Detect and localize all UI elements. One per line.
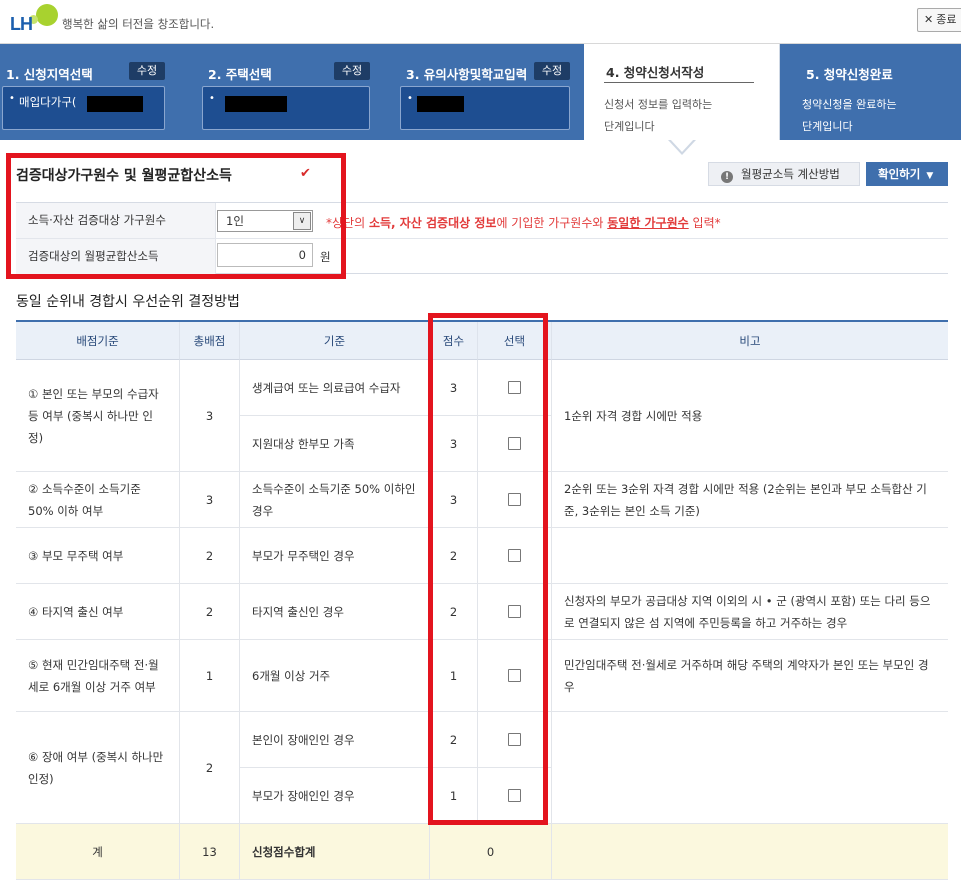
redaction (87, 96, 143, 112)
sum-value: 0 (430, 824, 552, 880)
step-bar: 1. 신청지역선택 수정 • 매입다가구( 2. 주택선택 수정 • 3. 유의… (0, 44, 961, 140)
slogan: 행복한 삶의 터전을 창조합니다. (62, 17, 215, 31)
step-4-title: 4. 청약신청서작성 (606, 65, 705, 80)
basis-4: 타지역 출신인 경우 (240, 584, 430, 640)
criterion-1: ① 본인 또는 부모의 수급자 등 여부 (중복시 하나만 인정) (16, 360, 180, 472)
redaction (225, 96, 287, 112)
confirm-dropdown-button[interactable]: 확인하기 ▼ (866, 162, 948, 186)
total-3: 2 (180, 528, 240, 584)
note-5: 민간임대주택 전·월세로 거주하며 해당 주택의 계약자가 본인 또는 부모인 … (552, 640, 948, 712)
criterion-5: ⑤ 현재 민간임대주택 전·월세로 6개월 이상 거주 여부 (16, 640, 180, 712)
top-header: LH 행복한 삶의 터전을 창조합니다. ✕ 종료 (0, 0, 961, 44)
step-2-edit-button[interactable]: 수정 (334, 62, 370, 80)
sum-label: 신청점수합계 (240, 824, 430, 880)
step-4-active: 4. 청약신청서작성 신청서 정보를 입력하는 단계입니다 (584, 44, 780, 140)
red-highlight-box-score-select (428, 313, 548, 825)
redaction (417, 96, 464, 112)
step-1-title: 1. 신청지역선택 (6, 67, 93, 82)
step-1: 1. 신청지역선택 수정 • 매입다가구( (0, 44, 184, 140)
step-1-edit-button[interactable]: 수정 (129, 62, 165, 80)
step-1-value-box: • 매입다가구( (2, 86, 165, 130)
header-criterion: 배점기준 (16, 322, 180, 360)
note-4: 신청자의 부모가 공급대상 지역 이외의 시 • 군 (광역시 포함) 또는 다… (552, 584, 948, 640)
step-5-title: 5. 청약신청완료 (806, 67, 893, 82)
step-3-title: 3. 유의사항및학교입력 (406, 67, 528, 82)
total-label: 계 (16, 824, 180, 880)
basis-5: 6개월 이상 거주 (240, 640, 430, 712)
step-2-value-box: • (202, 86, 370, 130)
income-calc-method-button[interactable]: ! 월평균소득 계산방법 (708, 162, 860, 186)
section-title-priority: 동일 순위내 경합시 우선순위 결정방법 (16, 294, 240, 310)
household-note: *상단의 소득, 자산 검증대상 정보에 기입한 가구원수와 동일한 가구원수 … (326, 216, 721, 230)
step-3: 3. 유의사항및학교입력 수정 • (392, 44, 582, 140)
criterion-4: ④ 타지역 출신 여부 (16, 584, 180, 640)
basis-6a: 본인이 장애인인 경우 (240, 712, 430, 768)
close-icon: ✕ (924, 13, 934, 26)
total-1: 3 (180, 360, 240, 472)
total-4: 2 (180, 584, 240, 640)
total-note (552, 824, 948, 880)
info-icon: ! (721, 171, 733, 183)
red-highlight-box-household (6, 153, 346, 279)
close-button[interactable]: ✕ 종료 (917, 8, 961, 32)
step-2: 2. 주택선택 수정 • (196, 44, 380, 140)
basis-6b: 부모가 장애인인 경우 (240, 768, 430, 824)
step-4-desc: 신청서 정보를 입력하는 단계입니다 (604, 98, 713, 133)
basis-2: 소득수준이 소득기준 50% 이하인 경우 (240, 472, 430, 528)
note-2: 2순위 또는 3순위 자격 경합 시에만 적용 (2순위는 본인과 부모 소득합… (552, 472, 948, 528)
step-1-value: 매입다가구( (19, 95, 77, 109)
total-5: 1 (180, 640, 240, 712)
basis-1b: 지원대상 한부모 가족 (240, 416, 430, 472)
step-3-value-box: • (400, 86, 570, 130)
total-2: 3 (180, 472, 240, 528)
basis-3: 부모가 무주택인 경우 (240, 528, 430, 584)
chevron-down-icon: ▼ (926, 171, 934, 181)
step-5-desc: 청약신청을 완료하는 단계입니다 (802, 98, 897, 133)
note-6 (552, 712, 948, 824)
step-2-title: 2. 주택선택 (208, 67, 272, 82)
step-5: 5. 청약신청완료 청약신청을 완료하는 단계입니다 (780, 44, 961, 140)
total-6: 2 (180, 712, 240, 824)
note-3 (552, 528, 948, 584)
header-basis: 기준 (240, 322, 430, 360)
header-note: 비고 (552, 322, 948, 360)
criterion-2: ② 소득수준이 소득기준 50% 이하 여부 (16, 472, 180, 528)
step-3-edit-button[interactable]: 수정 (534, 62, 570, 80)
header-total: 총배점 (180, 322, 240, 360)
criterion-6: ⑥ 장애 여부 (중복시 하나만 인정) (16, 712, 180, 824)
basis-1a: 생계급여 또는 의료급여 수급자 (240, 360, 430, 416)
total-points: 13 (180, 824, 240, 880)
criterion-3: ③ 부모 무주택 여부 (16, 528, 180, 584)
note-1: 1순위 자격 경합 시에만 적용 (552, 360, 948, 472)
lh-logo: LH (8, 2, 58, 38)
